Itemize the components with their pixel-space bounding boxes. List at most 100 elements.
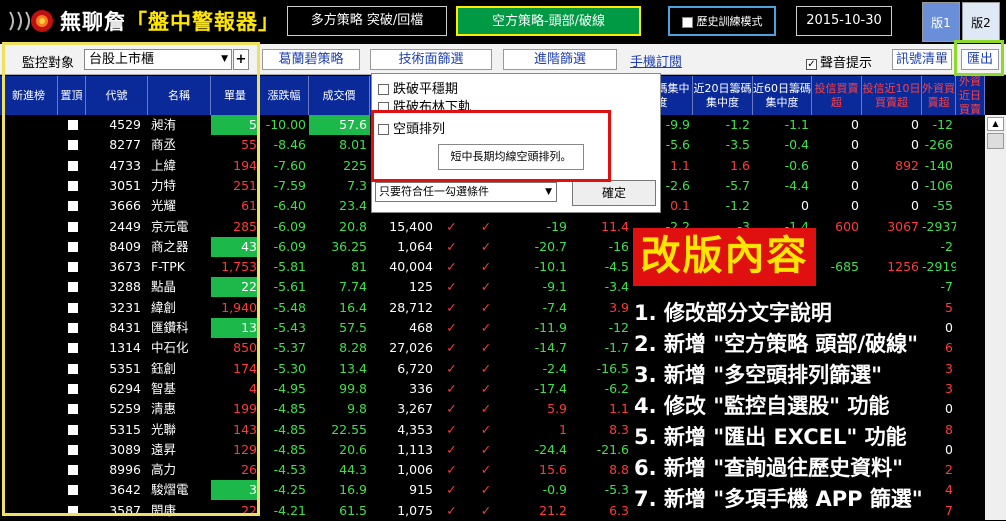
- promo-item: 5. 新增 "匯出 EXCEL" 功能: [634, 425, 907, 449]
- trade-price: 61.5: [339, 502, 367, 518]
- metric-b: -16.5: [596, 360, 629, 376]
- scroll-thumb[interactable]: [987, 133, 1004, 149]
- total-volume: 4,353: [397, 421, 433, 437]
- change-percent: -5.43: [273, 320, 306, 335]
- change-percent: -5.37: [273, 340, 306, 356]
- scroll-up-icon[interactable]: ▲: [987, 117, 1004, 131]
- column-header[interactable]: 成交價: [309, 76, 370, 115]
- metric-b: -16: [608, 238, 629, 254]
- signal-check-icon: ✓: [446, 421, 457, 437]
- signal-check-icon: ✓: [480, 279, 492, 295]
- signal-check-icon: ✓: [446, 462, 457, 478]
- trade-price: 57.5: [339, 320, 367, 335]
- foreign-net: 5: [945, 299, 953, 315]
- column-header[interactable]: 外資買賣超: [922, 76, 956, 115]
- signal-check-icon: ✓: [446, 441, 457, 457]
- column-header[interactable]: 外資近日買賣: [956, 75, 985, 116]
- trade-price: 22.55: [331, 421, 367, 437]
- change-percent: -7.59: [273, 177, 306, 193]
- signal-check-icon: ✓: [480, 380, 492, 396]
- column-header[interactable]: 漲跌幅: [260, 76, 309, 115]
- tab-granville[interactable]: 葛蘭碧策略: [262, 49, 360, 70]
- trade-price: 8.01: [339, 137, 367, 153]
- signal-check-icon: ✓: [446, 482, 457, 498]
- version-1-button[interactable]: 版1: [922, 2, 960, 42]
- metric-a: 1: [559, 421, 567, 437]
- tab-bear-strategy[interactable]: 空方策略-頭部/破線: [456, 6, 641, 36]
- promo-item: 4. 修改 "監控自選股" 功能: [634, 394, 890, 418]
- trade-price: 13.4: [339, 360, 367, 376]
- promo-list: 1. 修改部分文字說明 2. 新增 "空方策略 頭部/破線" 3. 新增 "多空頭排…: [634, 298, 923, 515]
- trade-price: 7.74: [339, 279, 367, 295]
- total-volume: 468: [409, 320, 433, 335]
- foreign-net: 3: [945, 360, 953, 376]
- tab-bull-strategy[interactable]: 多方策略 突破/回檔: [287, 6, 447, 36]
- vertical-scrollbar[interactable]: ▲: [985, 115, 1006, 520]
- foreign-net: 0: [945, 401, 953, 417]
- metric-b: 8.8: [609, 462, 629, 478]
- trade-price: 23.4: [339, 198, 367, 214]
- tab-advanced-filter[interactable]: 進階篩選: [503, 49, 617, 70]
- metric-b: -3.4: [604, 279, 629, 295]
- column-header[interactable]: 近20日籌碼集中度: [693, 76, 753, 115]
- metric-a: -0.9: [542, 482, 567, 498]
- column-header[interactable]: 近60日籌碼集中度: [753, 76, 812, 115]
- trust-net-10d: [862, 277, 922, 297]
- metric-b: -6.2: [604, 380, 629, 396]
- promo-item: 2. 新增 "空方策略 頭部/破線": [634, 332, 919, 356]
- tab-technical-filter[interactable]: 技術面篩選: [370, 49, 492, 70]
- metric-a: -11.9: [534, 320, 567, 335]
- total-volume: 336: [409, 380, 433, 396]
- trust-net-10d: [862, 237, 922, 257]
- foreign-net: 3: [945, 380, 953, 396]
- foreign-net: 0: [945, 320, 953, 335]
- checkbox-checked-icon[interactable]: ✓: [806, 59, 817, 70]
- trust-net-10d: 0: [911, 117, 919, 132]
- metric-a: -14.7: [534, 340, 567, 356]
- foreign-net: 0: [945, 441, 953, 457]
- signal-check-icon: ✓: [480, 259, 492, 275]
- foreign-net: -140: [924, 157, 953, 173]
- foreign-net: -106: [924, 177, 953, 193]
- total-volume: 125: [409, 279, 433, 295]
- change-percent: -10.00: [265, 117, 306, 132]
- chip-concentration-20d: -3.5: [725, 137, 750, 153]
- version-2-button[interactable]: 版2: [962, 2, 1000, 42]
- match-mode-select[interactable]: 只要符合任一勾選條件 ▼: [375, 182, 557, 202]
- foreign-net: -7: [940, 279, 953, 295]
- total-volume: 1,064: [397, 238, 433, 254]
- trade-price: 20.8: [339, 218, 367, 234]
- change-percent: -8.46: [273, 137, 306, 153]
- signal-check-icon: ✓: [446, 380, 457, 396]
- date-field[interactable]: 2015-10-30: [796, 6, 892, 36]
- chip-concentration-20d: -1.2: [725, 117, 750, 132]
- app-logo-icon: [9, 10, 53, 32]
- confirm-button[interactable]: 確定: [572, 180, 656, 206]
- change-percent: -5.81: [273, 259, 306, 275]
- signal-check-icon: ✓: [446, 340, 457, 356]
- metric-a: -9.1: [542, 279, 567, 295]
- metric-b: 8.3: [609, 421, 629, 437]
- metric-b: -21.6: [596, 441, 629, 457]
- column-header[interactable]: 投信買賣超: [812, 76, 862, 115]
- promo-item: 6. 新增 "查詢過往歷史資料": [634, 456, 904, 480]
- signal-check-icon: ✓: [446, 259, 457, 275]
- signal-check-icon: ✓: [480, 441, 492, 457]
- history-checkbox[interactable]: [681, 16, 693, 28]
- trade-price: 9.8: [347, 401, 367, 417]
- total-volume: 1,113: [397, 441, 433, 457]
- promo-item: 1. 修改部分文字說明: [634, 301, 832, 325]
- trust-net-10d: 892: [895, 157, 919, 173]
- trade-price: 225: [343, 157, 367, 173]
- column-header[interactable]: 投信近10日買賣超: [862, 76, 922, 115]
- mobile-subscribe-link[interactable]: 手機訂閱: [630, 51, 682, 70]
- option-break-stable[interactable]: 跌破平穩期: [378, 78, 458, 97]
- trust-net-10d: 0: [911, 198, 919, 214]
- sound-toggle[interactable]: ✓ 聲音提示: [806, 52, 872, 71]
- trade-price: 16.9: [339, 482, 367, 498]
- clear-signals-button[interactable]: 訊號清單: [892, 49, 952, 70]
- signal-check-icon: ✓: [446, 218, 457, 234]
- chip-concentration-60d: -1.1: [784, 117, 809, 132]
- history-mode-toggle[interactable]: 歷史訓練模式: [668, 6, 776, 36]
- signal-check-icon: ✓: [480, 482, 492, 498]
